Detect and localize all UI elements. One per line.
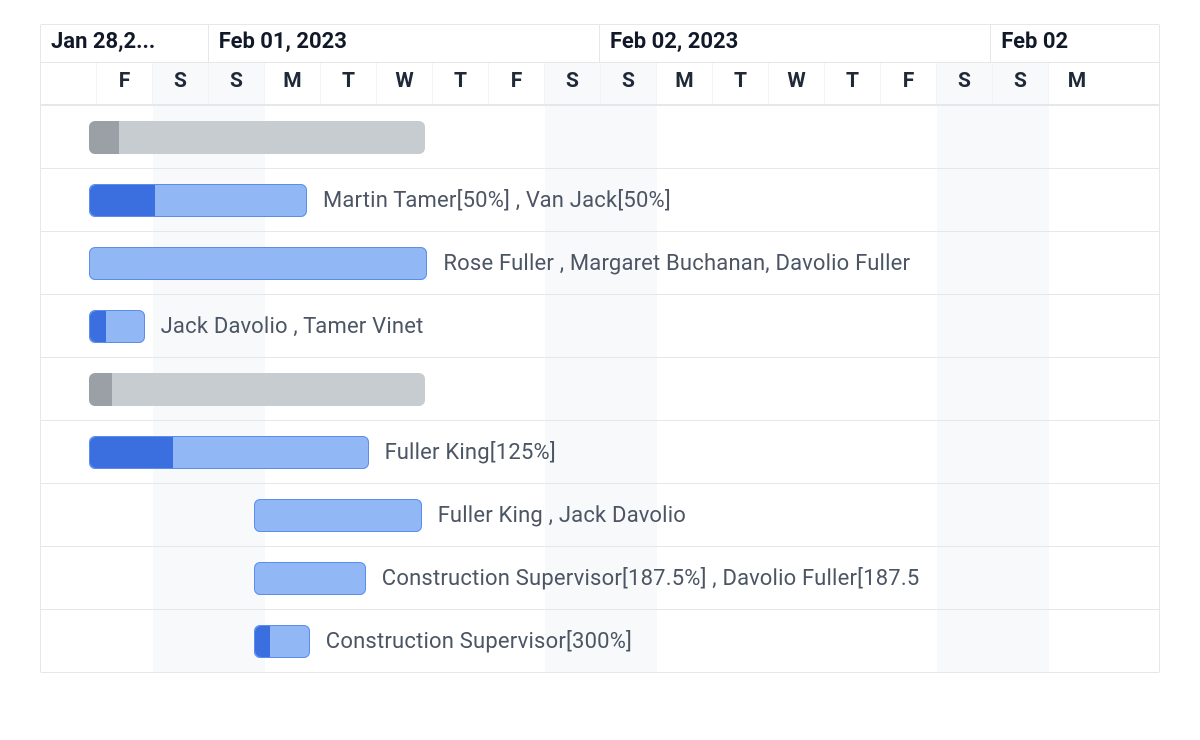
timeline-major-cell: Feb 01, 2023 [209,25,600,62]
timeline-day-cell: S [993,63,1049,104]
gantt-row: Construction Supervisor[300%] [41,609,1159,672]
gantt-task-bar[interactable] [254,625,310,658]
timeline-day-cell: W [377,63,433,104]
timeline-day-cell [41,63,97,104]
timeline-day-cell: S [153,63,209,104]
gantt-progress [90,185,155,216]
gantt-summary-bar[interactable] [89,121,425,154]
timeline-day-cell: M [265,63,321,104]
gantt-task-bar[interactable] [254,499,422,532]
gantt-task-bar[interactable] [89,184,307,217]
timeline-major-cell: Jan 28,2... [41,25,209,62]
timeline-header-minor: FSSMTWTFSSMTWTFSSM [41,63,1159,105]
gantt-row: Martin Tamer[50%] , Van Jack[50%] [41,168,1159,231]
gantt-task-bar[interactable] [89,436,369,469]
gantt-progress [255,626,270,657]
gantt-row [41,105,1159,168]
timeline-day-cell: S [209,63,265,104]
gantt-progress [89,373,113,406]
timeline-day-cell: T [825,63,881,104]
gantt-rows: Martin Tamer[50%] , Van Jack[50%] Rose Fu… [41,105,1159,672]
gantt-task-bar[interactable] [89,310,145,343]
timeline-day-cell: M [657,63,713,104]
timeline-day-cell: F [97,63,153,104]
gantt-task-label: Martin Tamer[50%] , Van Jack[50%] [323,188,671,213]
timeline-day-cell: W [769,63,825,104]
gantt-summary-bar[interactable] [89,373,425,406]
gantt-row: Construction Supervisor[187.5%] , Davoli… [41,546,1159,609]
gantt-row: Rose Fuller , Margaret Buchanan, Davolio… [41,231,1159,294]
gantt-task-label: Fuller King , Jack Davolio [438,503,686,528]
gantt-task-label: Construction Supervisor[300%] [326,629,632,654]
gantt-row: Fuller King[125%] [41,420,1159,483]
timeline-major-cell: Feb 02, 2023 [600,25,991,62]
gantt-task-label: Rose Fuller , Margaret Buchanan, Davolio… [443,251,910,276]
gantt-chart[interactable]: Jan 28,2...Feb 01, 2023Feb 02, 2023Feb 0… [40,24,1160,673]
gantt-task-label: Construction Supervisor[187.5%] , Davoli… [382,566,920,591]
gantt-row: Jack Davolio , Tamer Vinet [41,294,1159,357]
gantt-progress [90,437,173,468]
timeline-day-cell: S [937,63,993,104]
gantt-row: Fuller King , Jack Davolio [41,483,1159,546]
gantt-task-label: Fuller King[125%] [385,440,556,465]
gantt-task-label: Jack Davolio , Tamer Vinet [161,314,424,339]
gantt-progress [90,311,106,342]
timeline-day-cell: T [713,63,769,104]
timeline-day-cell: T [321,63,377,104]
timeline-day-cell: F [881,63,937,104]
timeline-header-major: Jan 28,2...Feb 01, 2023Feb 02, 2023Feb 0… [41,25,1159,63]
timeline-major-cell: Feb 02 [991,25,1159,62]
timeline-day-cell: M [1049,63,1105,104]
gantt-progress [89,121,119,154]
gantt-task-bar[interactable] [89,247,428,280]
gantt-task-bar[interactable] [254,562,366,595]
timeline-day-cell: S [545,63,601,104]
timeline-day-cell: T [433,63,489,104]
timeline-day-cell: S [601,63,657,104]
gantt-row [41,357,1159,420]
timeline-day-cell: F [489,63,545,104]
